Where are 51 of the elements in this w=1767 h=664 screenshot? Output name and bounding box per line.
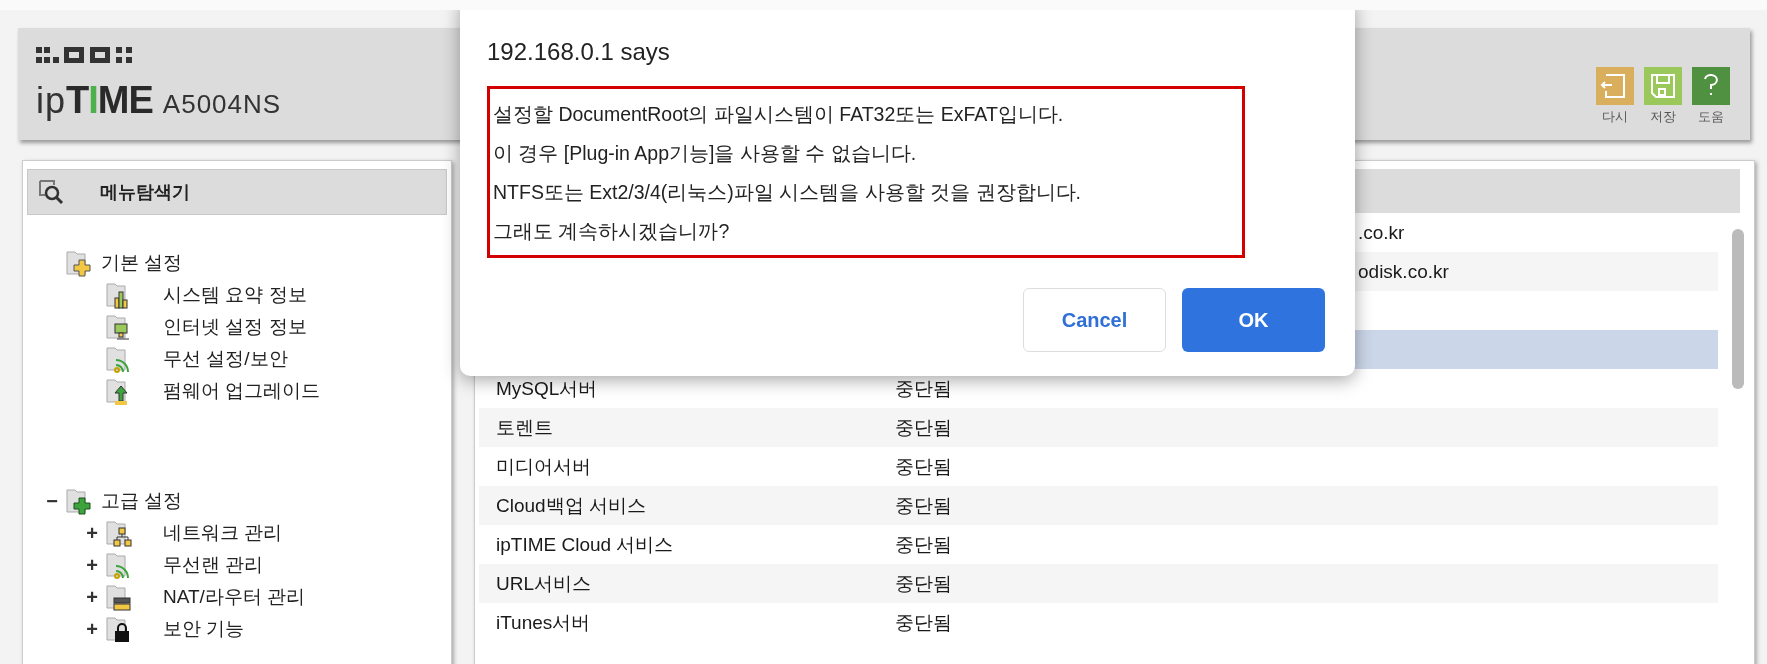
expand-toggle[interactable]: +	[86, 553, 98, 577]
message-line: NTFS또는 Ext2/3/4(리눅스)파일 시스템을 사용할 것을 권장합니다.	[493, 180, 1082, 205]
search-icon	[38, 178, 66, 206]
menu-item[interactable]: 시스템 요약 정보	[163, 282, 307, 308]
scrollbar-thumb[interactable]	[1732, 229, 1744, 389]
collapse-toggle[interactable]: −	[46, 489, 58, 513]
service-status: 중단됨	[895, 377, 952, 399]
menu-item[interactable]: 네트워크 관리	[163, 520, 283, 546]
ok-button[interactable]: OK	[1182, 288, 1325, 352]
toolbar-button[interactable]: 다시	[1596, 67, 1634, 126]
expand-toggle[interactable]: +	[86, 521, 98, 545]
service-name: iTunes서버	[496, 611, 591, 633]
service-status: 중단됨	[895, 494, 952, 516]
expand-toggle[interactable]: +	[86, 617, 98, 641]
cancel-button[interactable]: Cancel	[1023, 288, 1166, 352]
sidebar-title: 메뉴탐색기	[100, 181, 190, 204]
service-status: 중단됨	[895, 455, 952, 477]
menu-item[interactable]: NAT/라우터 관리	[163, 584, 306, 610]
model-name: A5004NS	[162, 89, 282, 120]
message-line: 그래도 계속하시겠습니까?	[493, 219, 731, 244]
table-row[interactable]: 토렌트 중단됨	[479, 408, 1718, 447]
menu-item[interactable]: 무선랜 관리	[163, 552, 264, 578]
service-name: URL서비스	[496, 572, 591, 594]
service-name: Cloud백업 서비스	[496, 494, 646, 516]
toolbar-button[interactable]: 도움	[1692, 67, 1730, 126]
service-status: 중단됨	[895, 533, 952, 555]
message-line: 이 경우 [Plug-in App기능]을 사용할 수 없습니다.	[493, 141, 918, 166]
expand-toggle[interactable]: +	[86, 585, 98, 609]
menu-item[interactable]: 펌웨어 업그레이드	[163, 378, 321, 404]
table-row[interactable]: Cloud백업 서비스 중단됨	[479, 486, 1718, 525]
return-icon	[1596, 67, 1634, 105]
service-status: 중단됨	[895, 611, 952, 633]
table-cell: odisk.co.kr	[1358, 260, 1449, 282]
message-line: 설정할 DocumentRoot의 파일시스템이 FAT32또는 ExFAT입니다.	[493, 102, 1065, 127]
help-icon	[1692, 67, 1730, 105]
menu-group[interactable]: 고급 설정	[101, 488, 183, 514]
brand-logo: ipTIME	[36, 79, 153, 122]
toolbar-button[interactable]: 저장	[1644, 67, 1682, 126]
service-name: ipTIME Cloud 서비스	[496, 533, 674, 555]
service-name: 토렌트	[496, 416, 553, 438]
table-cell: .co.kr	[1358, 221, 1405, 243]
service-name: MySQL서버	[496, 377, 598, 399]
service-name: 미디어서버	[496, 455, 591, 477]
menu-item[interactable]: 무선 설정/보안	[163, 346, 288, 372]
menu-group[interactable]: 기본 설정	[101, 250, 183, 276]
menu-item[interactable]: 보안 기능	[163, 616, 245, 642]
service-status: 중단됨	[895, 572, 952, 594]
table-row[interactable]: URL서비스 중단됨	[479, 564, 1718, 603]
service-status: 중단됨	[895, 416, 952, 438]
menu-item[interactable]: 인터넷 설정 정보	[163, 314, 307, 340]
dialog-title: 192.168.0.1 says	[487, 38, 671, 66]
